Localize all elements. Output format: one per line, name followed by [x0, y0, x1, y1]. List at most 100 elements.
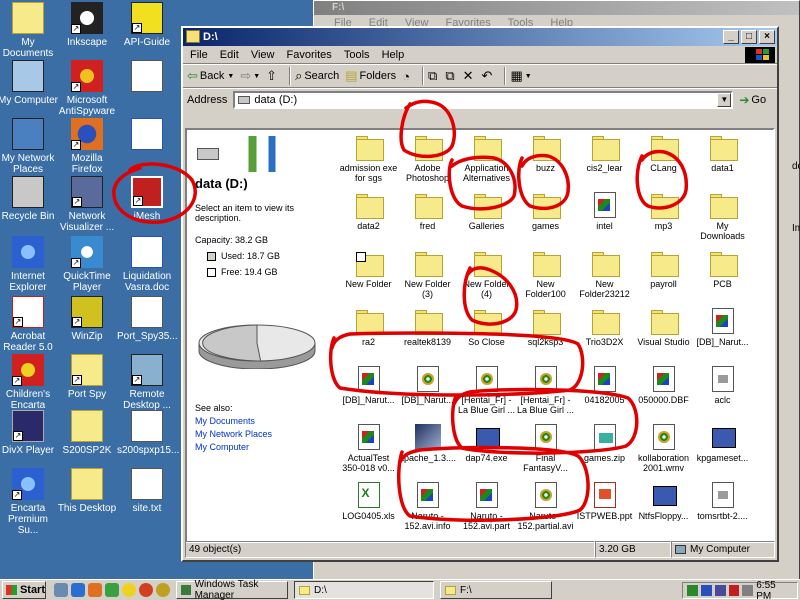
views-button[interactable]: ▦ ▼ [510, 66, 531, 86]
desktop-icon-encarta[interactable]: ↗ Encarta Premium Su... [0, 468, 58, 536]
desktop-icon-word-document[interactable] [117, 118, 177, 153]
messenger-icon[interactable] [105, 583, 119, 597]
desktop-icon-my-documents[interactable]: My Documents [0, 2, 58, 59]
chevron-down-icon[interactable]: ▼ [525, 73, 532, 80]
desktop-icon-imesh[interactable]: ↗ iMesh [117, 176, 177, 222]
link-my-network-places[interactable]: My Network Places [195, 428, 329, 441]
desktop-icon-remote-desktop[interactable]: ↗ Remote Desktop ... [117, 354, 177, 411]
file-item[interactable]: ISTPWEB.ppt [575, 482, 634, 540]
file-item[interactable]: games.zip [575, 424, 634, 482]
start-button[interactable]: Start [2, 581, 46, 599]
firefox-icon[interactable] [88, 583, 102, 597]
task-windows-task-manager[interactable]: Windows Task Manager [176, 579, 288, 600]
folders-button[interactable]: ▤ Folders [345, 66, 396, 86]
close-button[interactable]: × [759, 30, 775, 44]
file-item[interactable]: ActualTest 350-018 v0... [339, 424, 398, 482]
desktop-icon-recycle-bin[interactable]: Recycle Bin [0, 176, 58, 222]
media-player-icon[interactable] [139, 583, 153, 597]
desktop-icon-internet-explorer[interactable]: Internet Explorer [0, 236, 58, 293]
file-item[interactable]: Naruto - 152.partial.avi [516, 482, 575, 540]
winamp-icon[interactable] [156, 583, 170, 597]
antivirus-icon[interactable] [728, 585, 740, 596]
folder-item[interactable]: So Close [457, 308, 516, 366]
file-item[interactable]: NtfsFloppy... [634, 482, 693, 540]
desktop-icon-divx-player[interactable]: ↗ DivX Player [0, 410, 58, 456]
maximize-button[interactable]: □ [741, 30, 757, 44]
background-window-title[interactable]: F:\ [314, 1, 799, 15]
minimize-button[interactable]: _ [723, 30, 739, 44]
menu-help[interactable]: Help [382, 49, 405, 61]
folder-item[interactable]: New Folder23212 [575, 250, 634, 308]
desktop-icon-firefox[interactable]: ↗ Mozilla Firefox [57, 118, 117, 175]
file-item[interactable]: Naruto - 152.avi.part [457, 482, 516, 540]
folder-item[interactable]: PCB [693, 250, 752, 308]
task-f-drive[interactable]: F:\ [440, 581, 552, 599]
file-item[interactable]: Naruto - 152.avi.info [398, 482, 457, 540]
file-item[interactable]: kollaboration 2001.wmv [634, 424, 693, 482]
file-item[interactable]: 050000.DBF [634, 366, 693, 424]
move-to-button[interactable]: ⧉ [428, 66, 439, 86]
folder-item[interactable]: admission exe for sgs [339, 134, 398, 192]
folder-item[interactable]: New Folder (4) [457, 250, 516, 308]
menu-favorites[interactable]: Favorites [287, 49, 332, 61]
folder-item[interactable]: Visual Studio [634, 308, 693, 366]
file-item[interactable]: Final FantasyV... [516, 424, 575, 482]
chevron-down-icon[interactable]: ▼ [253, 73, 260, 80]
file-item[interactable]: dap74.exe [457, 424, 516, 482]
link-my-documents[interactable]: My Documents [195, 415, 329, 428]
forward-button[interactable]: ⇨ ▼ [240, 66, 260, 86]
desktop-icon-quicktime[interactable]: ↗ QuickTime Player [57, 236, 117, 293]
window-titlebar[interactable]: D:\ _ □ × [183, 28, 777, 46]
file-item[interactable]: kpgameset... [693, 424, 752, 482]
folder-item[interactable]: buzz [516, 134, 575, 192]
chevron-down-icon[interactable]: ▼ [227, 73, 234, 80]
desktop-icon-installer[interactable]: s200spxp15... [117, 410, 179, 456]
menu-edit[interactable]: Edit [220, 49, 239, 61]
link-my-computer[interactable]: My Computer [195, 441, 329, 454]
folder-item[interactable]: sql2ksp3 [516, 308, 575, 366]
file-item[interactable]: apache_1.3.... [398, 424, 457, 482]
desktop-icon-acrobat[interactable]: ↗ Acrobat Reader 5.0 [0, 296, 58, 353]
folder-item[interactable]: Galleries [457, 192, 516, 250]
security-icon[interactable] [700, 585, 712, 596]
desktop-icon-document[interactable] [117, 60, 177, 95]
menu-tools[interactable]: Tools [344, 49, 370, 61]
go-button[interactable]: ➔ Go [739, 93, 766, 107]
search-button[interactable]: ⌕ Search [295, 66, 339, 86]
content-area[interactable]: data (D:) Select an item to view its des… [185, 128, 775, 543]
file-item[interactable]: [Hentai_Fr] - La Blue Girl ... [457, 366, 516, 424]
folder-item[interactable]: Adobe Photoshop [398, 134, 457, 192]
file-item[interactable]: aclc [693, 366, 752, 424]
task-d-drive[interactable]: D:\ [294, 581, 434, 599]
folder-item[interactable]: New Folder100 [516, 250, 575, 308]
file-item[interactable]: [DB]_Narut... [339, 366, 398, 424]
undo-button[interactable]: ↶ [482, 66, 495, 86]
folder-item[interactable]: cis2_lear [575, 134, 634, 192]
folder-item[interactable]: fred [398, 192, 457, 250]
copy-to-button[interactable]: ⧉ [445, 66, 456, 86]
menu-file[interactable]: File [190, 49, 208, 61]
desktop-icon-api-guide[interactable]: ↗ API-Guide [117, 2, 177, 48]
desktop-icon-antispyware[interactable]: ↗ Microsoft AntiSpyware [57, 60, 117, 117]
folder-item[interactable]: My Downloads [693, 192, 752, 250]
monitor-icon[interactable] [714, 585, 726, 596]
back-button[interactable]: ⇦ Back ▼ [187, 66, 234, 86]
address-dropdown-button[interactable]: ▼ [717, 92, 732, 107]
folder-item[interactable]: CLang [634, 134, 693, 192]
folder-item[interactable]: data2 [339, 192, 398, 250]
folder-item[interactable]: mp3 [634, 192, 693, 250]
desktop-icon[interactable] [54, 583, 68, 597]
folder-item[interactable]: ra2 [339, 308, 398, 366]
desktop-icon-my-network-places[interactable]: My Network Places [0, 118, 58, 175]
file-item[interactable]: tomsrtbt-2.... [693, 482, 752, 540]
address-input[interactable]: data (D:) ▼ [233, 90, 734, 109]
desktop-icon-my-computer[interactable]: My Computer [0, 60, 58, 106]
history-button[interactable]: ◔ [402, 66, 412, 86]
file-item[interactable]: [Hentai_Fr] - La Blue Girl ... [516, 366, 575, 424]
desktop-icon-inkscape[interactable]: ↗ Inkscape [57, 2, 117, 48]
menu-view[interactable]: View [251, 49, 275, 61]
desktop-icon-port-spy[interactable]: ↗ Port Spy [57, 354, 117, 400]
network-icon[interactable] [687, 585, 698, 596]
folder-item[interactable]: games [516, 192, 575, 250]
internet-explorer-icon[interactable] [71, 583, 85, 597]
